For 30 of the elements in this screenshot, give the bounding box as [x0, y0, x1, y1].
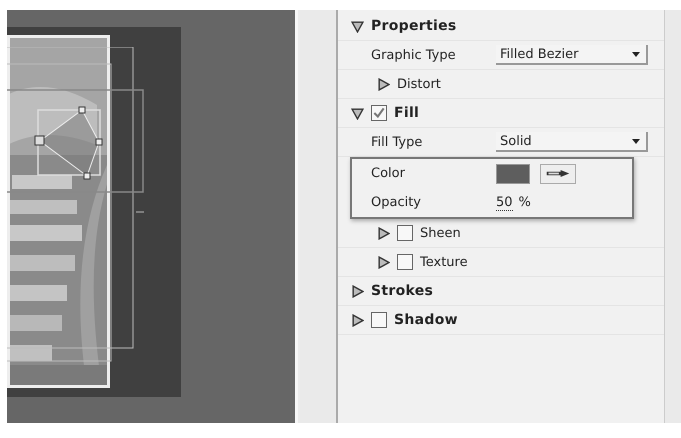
- option-label: Sheen: [420, 226, 461, 240]
- dropdown[interactable]: Solid: [496, 132, 648, 152]
- color-swatch[interactable]: [496, 164, 530, 184]
- disclosure-triangle-icon[interactable]: [351, 20, 364, 32]
- option-label: Texture: [420, 254, 468, 270]
- number-field[interactable]: 50: [496, 194, 513, 210]
- checkbox[interactable]: [371, 105, 387, 121]
- caret-icon: [632, 52, 640, 56]
- section-title: Strokes: [371, 283, 434, 299]
- section-title: Properties: [371, 18, 457, 34]
- disclosure-triangle-icon[interactable]: [351, 284, 364, 298]
- field-label: Graphic Type: [371, 48, 457, 62]
- checkbox[interactable]: [371, 312, 387, 328]
- section-title: Shadow: [394, 312, 458, 328]
- eyedropper-icon[interactable]: [540, 164, 576, 184]
- disclosure-triangle-icon[interactable]: [377, 256, 390, 268]
- caret-icon: [632, 138, 640, 144]
- checkbox[interactable]: [397, 254, 413, 270]
- dropdown[interactable]: Filled Bezier: [496, 45, 648, 65]
- field-label: Fill Type: [371, 134, 424, 150]
- option-label: Distort: [397, 76, 441, 92]
- checkbox[interactable]: [397, 225, 413, 241]
- disclosure-triangle-icon[interactable]: [351, 314, 364, 326]
- disclosure-triangle-icon[interactable]: [377, 78, 390, 90]
- unit-label: %: [518, 195, 531, 210]
- disclosure-triangle-icon[interactable]: [351, 106, 364, 120]
- field-label: Opacity: [371, 195, 422, 210]
- section-title: Fill: [394, 105, 420, 121]
- disclosure-triangle-icon[interactable]: [377, 226, 390, 240]
- field-label: Color: [371, 166, 406, 181]
